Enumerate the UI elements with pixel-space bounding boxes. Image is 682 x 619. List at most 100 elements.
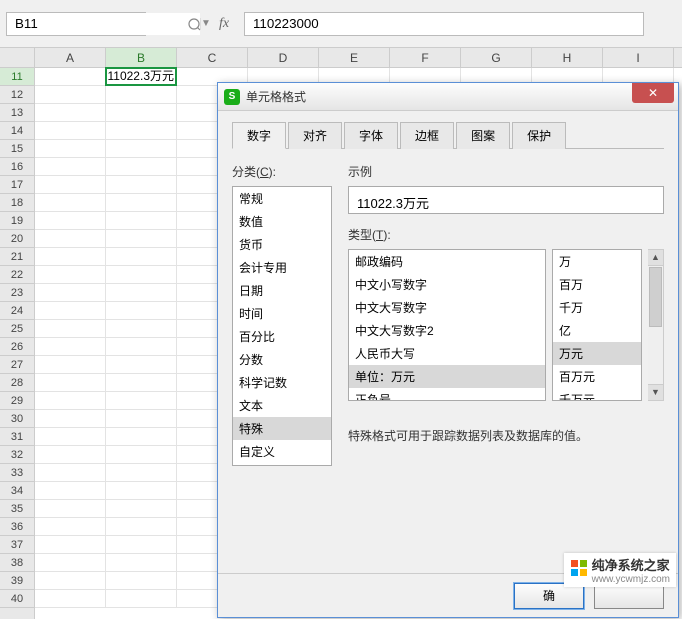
cell-A12[interactable] — [35, 86, 106, 104]
cell-A18[interactable] — [35, 194, 106, 212]
type-item-left[interactable]: 单位：万元 — [349, 365, 545, 388]
cell-A14[interactable] — [35, 122, 106, 140]
tab-字体[interactable]: 字体 — [344, 122, 398, 149]
tab-对齐[interactable]: 对齐 — [288, 122, 342, 149]
row-header-27[interactable]: 27 — [0, 356, 34, 374]
col-header-F[interactable]: F — [390, 48, 461, 67]
category-item[interactable]: 特殊 — [233, 417, 331, 440]
cell-A30[interactable] — [35, 410, 106, 428]
cell-B19[interactable] — [106, 212, 177, 230]
cell-B36[interactable] — [106, 518, 177, 536]
row-header-38[interactable]: 38 — [0, 554, 34, 572]
cell-B39[interactable] — [106, 572, 177, 590]
row-header-19[interactable]: 19 — [0, 212, 34, 230]
category-item[interactable]: 会计专用 — [233, 256, 331, 279]
category-item[interactable]: 百分比 — [233, 325, 331, 348]
cell-B40[interactable] — [106, 590, 177, 608]
cell-A36[interactable] — [35, 518, 106, 536]
cell-B22[interactable] — [106, 266, 177, 284]
row-header-21[interactable]: 21 — [0, 248, 34, 266]
tab-图案[interactable]: 图案 — [456, 122, 510, 149]
row-header-23[interactable]: 23 — [0, 284, 34, 302]
col-header-I[interactable]: I — [603, 48, 674, 67]
row-header-14[interactable]: 14 — [0, 122, 34, 140]
cell-B20[interactable] — [106, 230, 177, 248]
cell-B29[interactable] — [106, 392, 177, 410]
cell-A15[interactable] — [35, 140, 106, 158]
category-item[interactable]: 常规 — [233, 187, 331, 210]
row-header-34[interactable]: 34 — [0, 482, 34, 500]
row-header-28[interactable]: 28 — [0, 374, 34, 392]
cell-B30[interactable] — [106, 410, 177, 428]
cell-A21[interactable] — [35, 248, 106, 266]
row-header-32[interactable]: 32 — [0, 446, 34, 464]
cell-A24[interactable] — [35, 302, 106, 320]
cell-A35[interactable] — [35, 500, 106, 518]
cell-B15[interactable] — [106, 140, 177, 158]
row-header-22[interactable]: 22 — [0, 266, 34, 284]
cell-B26[interactable] — [106, 338, 177, 356]
row-header-12[interactable]: 12 — [0, 86, 34, 104]
cell-B32[interactable] — [106, 446, 177, 464]
row-header-35[interactable]: 35 — [0, 500, 34, 518]
cell-A17[interactable] — [35, 176, 106, 194]
cell-A19[interactable] — [35, 212, 106, 230]
cell-B14[interactable] — [106, 122, 177, 140]
cell-A33[interactable] — [35, 464, 106, 482]
cell-B34[interactable] — [106, 482, 177, 500]
scroll-up-button[interactable]: ▲ — [648, 250, 663, 266]
scroll-thumb[interactable] — [649, 267, 662, 327]
row-header-18[interactable]: 18 — [0, 194, 34, 212]
type-item-left[interactable]: 中文小写数字 — [349, 273, 545, 296]
row-header-33[interactable]: 33 — [0, 464, 34, 482]
row-header-36[interactable]: 36 — [0, 518, 34, 536]
cell-A34[interactable] — [35, 482, 106, 500]
type-item-left[interactable]: 正负号 — [349, 388, 545, 401]
col-header-B[interactable]: B — [106, 48, 177, 67]
type-listbox-right[interactable]: 万百万千万亿万元百万元千万元 — [552, 249, 642, 401]
category-listbox[interactable]: 常规数值货币会计专用日期时间百分比分数科学记数文本特殊自定义 — [232, 186, 332, 466]
cell-A16[interactable] — [35, 158, 106, 176]
row-header-37[interactable]: 37 — [0, 536, 34, 554]
row-header-31[interactable]: 31 — [0, 428, 34, 446]
category-item[interactable]: 自定义 — [233, 440, 331, 463]
category-item[interactable]: 日期 — [233, 279, 331, 302]
cell-B38[interactable] — [106, 554, 177, 572]
tab-边框[interactable]: 边框 — [400, 122, 454, 149]
col-header-G[interactable]: G — [461, 48, 532, 67]
cell-A31[interactable] — [35, 428, 106, 446]
type-item-right[interactable]: 千万元 — [553, 388, 641, 401]
cell-B27[interactable] — [106, 356, 177, 374]
type-item-right[interactable]: 百万元 — [553, 365, 641, 388]
row-header-30[interactable]: 30 — [0, 410, 34, 428]
type-listbox-left[interactable]: 邮政编码中文小写数字中文大写数字中文大写数字2人民币大写单位：万元正负号 — [348, 249, 546, 401]
cancel-formula-icon[interactable] — [184, 14, 204, 34]
row-header-20[interactable]: 20 — [0, 230, 34, 248]
type-item-left[interactable]: 邮政编码 — [349, 250, 545, 273]
col-header-A[interactable]: A — [35, 48, 106, 67]
type-scrollbar[interactable]: ▲ ▼ — [648, 249, 664, 401]
row-header-39[interactable]: 39 — [0, 572, 34, 590]
category-item[interactable]: 分数 — [233, 348, 331, 371]
cell-B33[interactable] — [106, 464, 177, 482]
cell-A40[interactable] — [35, 590, 106, 608]
category-item[interactable]: 文本 — [233, 394, 331, 417]
cell-B13[interactable] — [106, 104, 177, 122]
cell-A25[interactable] — [35, 320, 106, 338]
cell-B37[interactable] — [106, 536, 177, 554]
fx-icon[interactable]: fx — [214, 14, 234, 34]
type-item-left[interactable]: 人民币大写 — [349, 342, 545, 365]
col-header-C[interactable]: C — [177, 48, 248, 67]
cell-A29[interactable] — [35, 392, 106, 410]
category-item[interactable]: 时间 — [233, 302, 331, 325]
cell-A23[interactable] — [35, 284, 106, 302]
cell-B25[interactable] — [106, 320, 177, 338]
category-item[interactable]: 货币 — [233, 233, 331, 256]
row-header-24[interactable]: 24 — [0, 302, 34, 320]
type-item-right[interactable]: 万 — [553, 250, 641, 273]
cell-B16[interactable] — [106, 158, 177, 176]
cell-B31[interactable] — [106, 428, 177, 446]
cell-A11[interactable] — [35, 68, 106, 86]
row-header-17[interactable]: 17 — [0, 176, 34, 194]
category-item[interactable]: 科学记数 — [233, 371, 331, 394]
